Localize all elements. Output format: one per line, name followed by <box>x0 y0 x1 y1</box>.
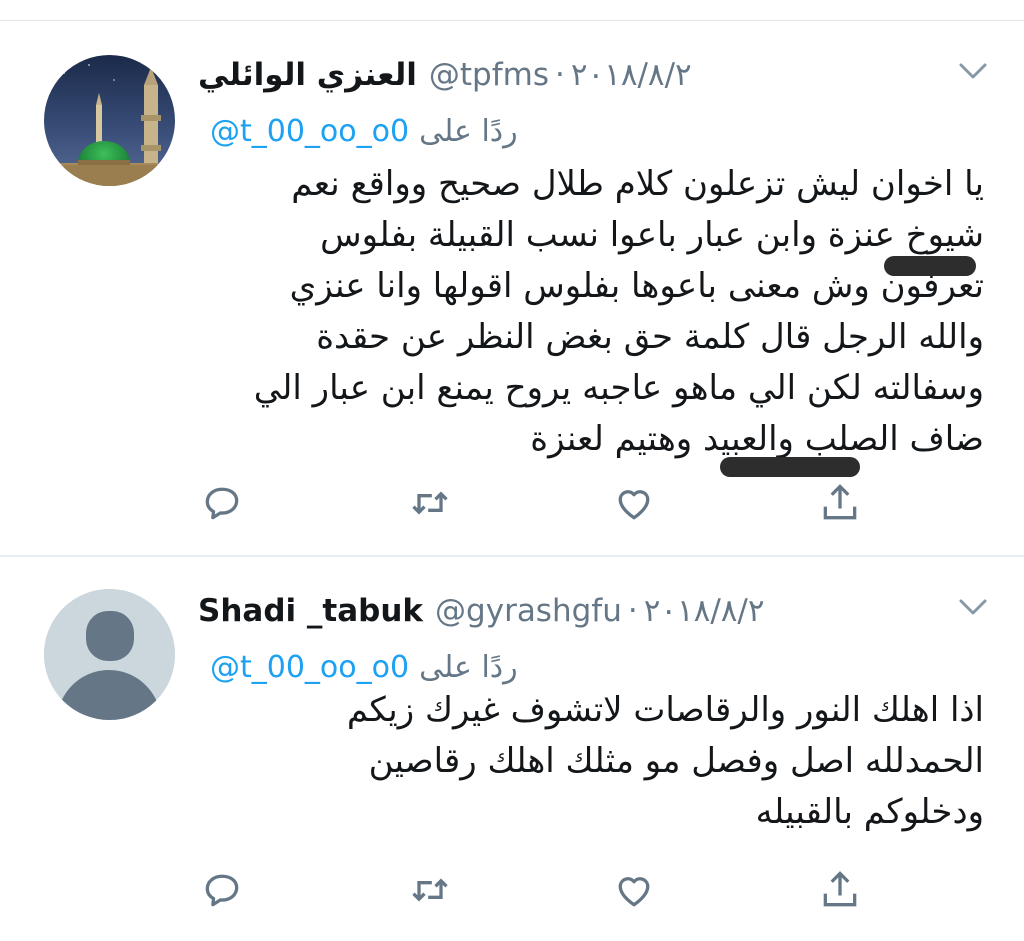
retweet-icon <box>412 878 448 902</box>
share-button[interactable] <box>812 862 868 918</box>
tweet-text-line: والله الرجل قال كلمة حق بغض النظر عن حقد… <box>316 317 984 357</box>
reply-label: ردًا على <box>419 113 518 149</box>
avatar[interactable] <box>44 589 175 720</box>
reply-icon <box>205 487 239 520</box>
tweet-text-line: اذا اهلك النور والرقاصات لاتشوف غيرك زيك… <box>346 690 984 730</box>
reply-mention-link[interactable]: @t_00_oo_o0 <box>210 114 409 149</box>
author-handle[interactable]: @tpfms <box>429 57 549 93</box>
tweet-actions <box>180 475 880 531</box>
retweet-button[interactable] <box>402 862 458 918</box>
default-user-icon <box>44 589 175 720</box>
separator: · <box>627 593 638 629</box>
like-icon <box>618 490 650 520</box>
retweet-icon <box>412 491 448 515</box>
chevron-down-icon[interactable] <box>958 61 988 81</box>
redaction-mark <box>720 457 860 477</box>
tweet-text-line: ودخلوكم بالقبيله <box>755 792 984 832</box>
tweet-text-line: يا اخوان ليش تزعلون كلام طلال صحيح وواقع… <box>291 164 984 204</box>
mosque-dome-photo <box>44 55 175 186</box>
chevron-down-icon[interactable] <box>958 597 988 617</box>
tweet[interactable]: Shadi _tabuk @gyrashgfu · ٢٠١٨/٨/٢ @t_00… <box>0 557 1024 941</box>
share-icon <box>823 484 857 520</box>
reply-mention-link[interactable]: @t_00_oo_o0 <box>210 650 409 685</box>
separator: · <box>555 57 565 93</box>
tweet-text-line: ضاف الصلب والعبيد وهتيم لعنزة <box>530 419 984 459</box>
reply-button[interactable] <box>194 475 250 531</box>
reply-context: @t_00_oo_o0 ردًا على <box>210 109 518 153</box>
author-name[interactable]: العنزي الوائلي <box>198 57 417 93</box>
tweet-text-line: شيوخ عنزة وابن عبار باعوا نسب القبيلة بف… <box>320 215 984 255</box>
tweet-header: Shadi _tabuk @gyrashgfu · ٢٠١٨/٨/٢ <box>198 587 958 635</box>
like-button[interactable] <box>606 475 662 531</box>
tweet-date[interactable]: ٢٠١٨/٨/٢ <box>644 593 765 629</box>
share-button[interactable] <box>812 475 868 531</box>
like-button[interactable] <box>606 862 662 918</box>
avatar[interactable] <box>44 55 175 186</box>
tweet[interactable]: العنزي الوائلي @tpfms · ٢٠١٨/٨/٢ @t_00_o… <box>0 21 1024 555</box>
tweet-actions <box>180 862 880 918</box>
tweet-text-line: وسفالته لكن الي ماهو عاجبه يروح يمنع ابن… <box>253 368 984 408</box>
like-icon <box>618 877 650 907</box>
tweet-text: يا اخوان ليش تزعلون كلام طلال صحيح وواقع… <box>204 159 984 465</box>
retweet-button[interactable] <box>402 475 458 531</box>
reply-button[interactable] <box>194 862 250 918</box>
tweet-date[interactable]: ٢٠١٨/٨/٢ <box>571 57 692 93</box>
tweet-text: اذا اهلك النور والرقاصات لاتشوف غيرك زيك… <box>264 685 984 838</box>
tweet-text-line: الحمدلله اصل وفصل مو مثلك اهلك رقاصين <box>368 741 984 781</box>
redaction-mark <box>884 256 976 276</box>
reply-context: @t_00_oo_o0 ردًا على <box>210 645 518 689</box>
share-icon <box>823 871 857 907</box>
reply-icon <box>205 874 239 907</box>
tweet-text-line: تعرفون وش معنى باعوها بفلوس اقولها وانا … <box>289 266 984 306</box>
reply-label: ردًا على <box>419 649 518 685</box>
author-handle[interactable]: @gyrashgfu <box>435 593 622 629</box>
tweet-header: العنزي الوائلي @tpfms · ٢٠١٨/٨/٢ <box>198 51 958 99</box>
author-name[interactable]: Shadi _tabuk <box>198 593 423 629</box>
